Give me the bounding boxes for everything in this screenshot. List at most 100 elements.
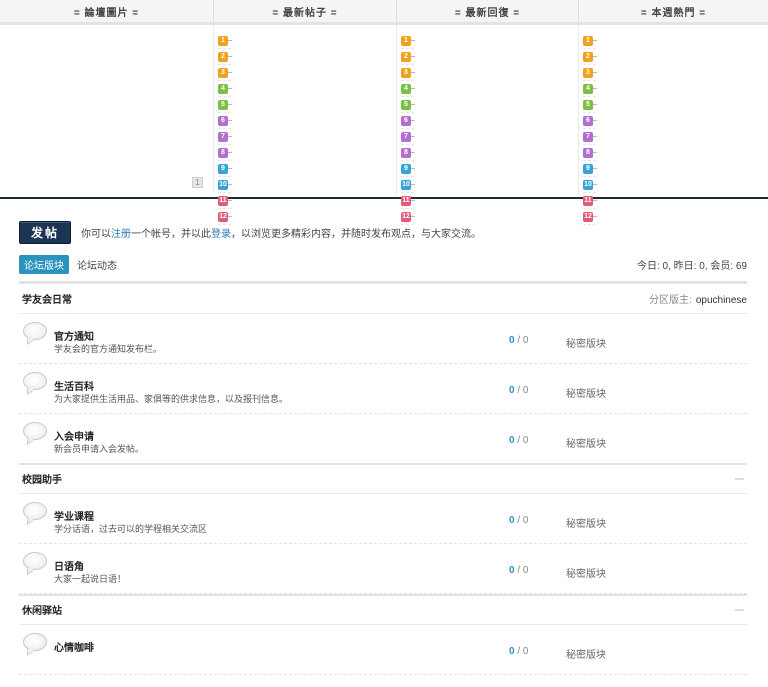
forum-row: 学业课程 学分话语，过去可以的学程相关交流区 0 / 0 秘密版块: [19, 494, 747, 544]
forum-bubble-icon[interactable]: [23, 422, 47, 440]
portal-list-item[interactable]: 2: [583, 49, 597, 65]
portal-list-item[interactable]: 9: [218, 161, 232, 177]
list-bullet-dash: [593, 56, 597, 57]
forum-name[interactable]: 心情咖啡: [54, 639, 94, 654]
tab-forum-boards[interactable]: 论坛版块: [19, 255, 69, 274]
rank-badge: 7: [401, 131, 411, 142]
portal-list-item[interactable]: 7: [218, 129, 232, 145]
portal-list-item[interactable]: 2: [218, 49, 232, 65]
portal-list-item[interactable]: 7: [401, 129, 415, 145]
image-slideshow: 1: [0, 25, 214, 195]
forum-bubble-icon[interactable]: [23, 502, 47, 520]
portal-list-item[interactable]: 6: [401, 113, 415, 129]
collapse-icon[interactable]: [735, 608, 744, 611]
rank-badge: 11: [218, 195, 228, 206]
count-separator: /: [514, 646, 523, 657]
forum-name[interactable]: 生活百科: [54, 378, 94, 393]
forum-name[interactable]: 学业课程: [54, 508, 94, 523]
portal-header-images[interactable]: = 論壇圖片 =: [0, 0, 214, 22]
new-post-button[interactable]: 发帖: [19, 221, 71, 244]
forum-bubble-icon[interactable]: [23, 372, 47, 390]
portal-list-item[interactable]: 9: [583, 161, 597, 177]
list-bullet-dash: [593, 104, 597, 105]
forum-row: 官方通知 学友会的官方通知发布栏。 0 / 0 秘密版块: [19, 314, 747, 364]
list-bullet-dash: [593, 40, 597, 41]
portal-list-item[interactable]: 11: [583, 193, 597, 209]
post-count: 0: [522, 565, 529, 576]
forum-bubble-icon[interactable]: [23, 633, 47, 651]
forum-counts: 0 / 0: [509, 435, 528, 446]
portal-list-item[interactable]: 10: [401, 177, 415, 193]
list-bullet-dash: [228, 168, 232, 169]
portal-list-item[interactable]: 8: [218, 145, 232, 161]
section-moderator: 分区版主: opuchinese: [649, 291, 747, 306]
forum-section: 休闲驿站 心情咖啡 0 / 0 秘密版块: [19, 595, 747, 675]
section-title[interactable]: 校园助手: [19, 471, 62, 486]
count-separator: /: [514, 515, 523, 526]
portal-list-item[interactable]: 8: [401, 145, 415, 161]
forum-bubble-icon[interactable]: [23, 552, 47, 570]
portal-list-item[interactable]: 5: [583, 97, 597, 113]
slideshow-pager[interactable]: 1: [192, 177, 203, 188]
portal-header-new-replies[interactable]: = 最新回復 =: [397, 0, 579, 22]
tip-text-before: 你可以: [81, 229, 111, 240]
rank-badge: 9: [401, 163, 411, 174]
list-bullet-dash: [228, 136, 232, 137]
rank-badge: 7: [583, 131, 593, 142]
register-link[interactable]: 注册: [111, 229, 131, 240]
forum-last-post: 秘密版块: [566, 519, 606, 530]
tab-forum-activity[interactable]: 论坛动态: [77, 255, 117, 274]
forum-description: 大家一起说日语！: [54, 574, 127, 584]
forum-last-post: 秘密版块: [566, 650, 606, 661]
portal-list-item[interactable]: 4: [583, 81, 597, 97]
rank-badge: 3: [583, 67, 593, 78]
portal-list-item[interactable]: 12: [583, 209, 597, 225]
portal-list-item[interactable]: 11: [218, 193, 232, 209]
rank-badge: 6: [583, 115, 593, 126]
portal-list-item[interactable]: 2: [401, 49, 415, 65]
login-link[interactable]: 登录: [211, 229, 231, 240]
portal-list-item[interactable]: 10: [583, 177, 597, 193]
collapse-icon[interactable]: [735, 477, 744, 480]
rank-badge: 6: [218, 115, 228, 126]
rank-badge: 1: [218, 35, 228, 46]
portal-list-item[interactable]: 3: [401, 65, 415, 81]
rank-badge: 2: [583, 51, 593, 62]
guest-tip: 你可以注册一个帐号，并以此登录，以浏览更多精彩内容，并随时发布观点，与大家交流。: [81, 225, 481, 240]
portal-list-item[interactable]: 5: [218, 97, 232, 113]
forum-counts: 0 / 0: [509, 515, 528, 526]
portal-list-item[interactable]: 5: [401, 97, 415, 113]
rank-badge: 8: [401, 147, 411, 158]
portal-list-item[interactable]: 4: [401, 81, 415, 97]
portal-list-item[interactable]: 9: [401, 161, 415, 177]
portal-header-weekly-hot[interactable]: = 本週熱門 =: [579, 0, 768, 22]
portal-list-item[interactable]: 11: [401, 193, 415, 209]
portal-list-item[interactable]: 6: [218, 113, 232, 129]
portal-list-item[interactable]: 6: [583, 113, 597, 129]
portal-list-item[interactable]: 10: [218, 177, 232, 193]
rank-badge: 10: [401, 179, 411, 190]
forum-name[interactable]: 日语角: [54, 558, 84, 573]
forum-bubble-icon[interactable]: [23, 322, 47, 340]
post-count: 0: [522, 385, 529, 396]
moderator-name[interactable]: opuchinese: [696, 295, 747, 306]
portal-header-new-threads[interactable]: = 最新帖子 =: [214, 0, 397, 22]
portal-list-item[interactable]: 8: [583, 145, 597, 161]
portal-list-item[interactable]: 3: [218, 65, 232, 81]
portal-list-item[interactable]: 7: [583, 129, 597, 145]
section-divider: [19, 463, 747, 465]
portal-list-item[interactable]: 1: [218, 33, 232, 49]
forum-row: 生活百科 为大家提供生活用品、家俱等的供求信息，以及报刊信息。 0 / 0 秘密版块: [19, 364, 747, 414]
portal-list-item[interactable]: 4: [218, 81, 232, 97]
list-bullet-dash: [411, 56, 415, 57]
section-title[interactable]: 学友会日常: [19, 291, 72, 306]
portal-list-item[interactable]: 1: [401, 33, 415, 49]
count-separator: /: [514, 385, 523, 396]
portal-list-item[interactable]: 3: [583, 65, 597, 81]
forum-name[interactable]: 官方通知: [54, 328, 94, 343]
list-bullet-dash: [593, 120, 597, 121]
section-title[interactable]: 休闲驿站: [19, 602, 62, 617]
portal-list-item[interactable]: 1: [583, 33, 597, 49]
section-header: 校园助手: [19, 464, 747, 494]
forum-name[interactable]: 入会申请: [54, 428, 94, 443]
